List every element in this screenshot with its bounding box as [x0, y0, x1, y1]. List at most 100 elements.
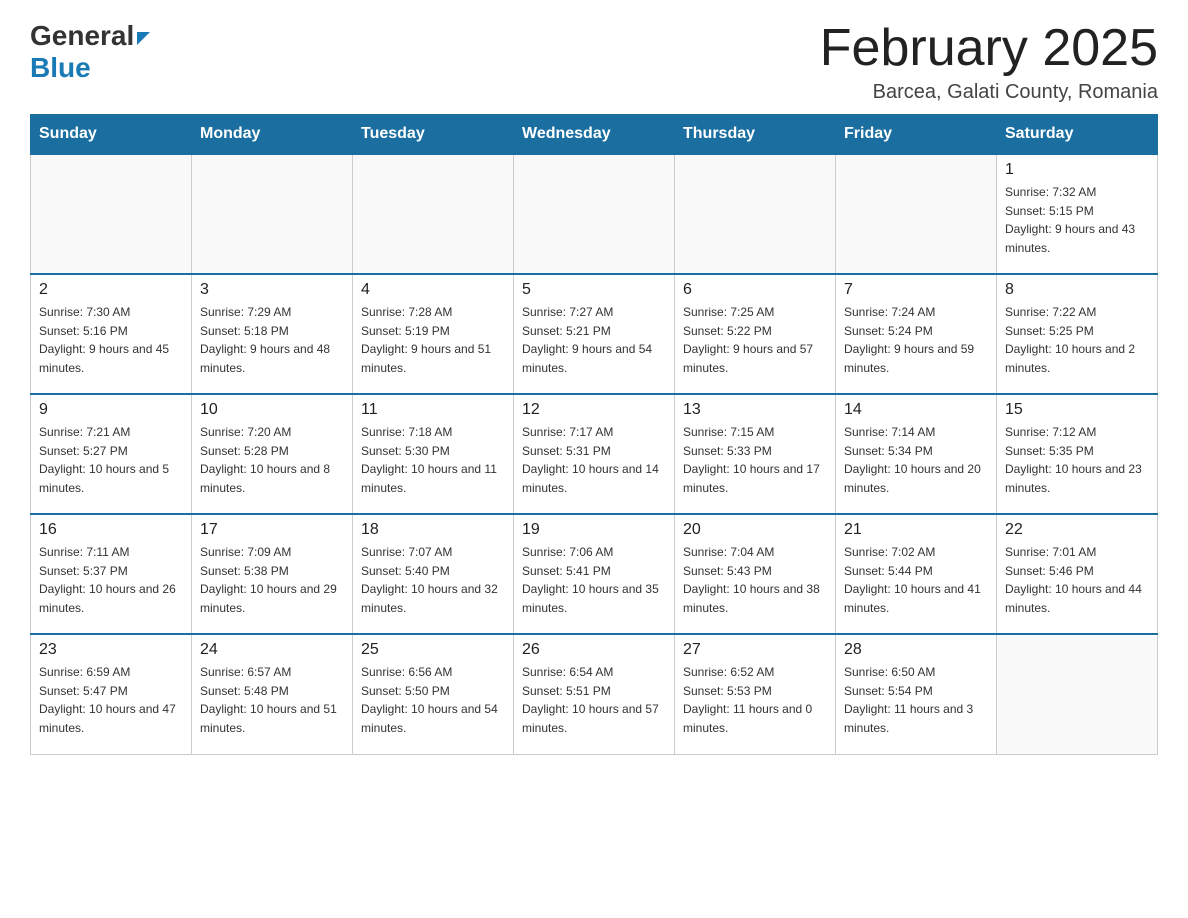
day-number: 15: [1005, 401, 1149, 419]
calendar-cell: 24 Sunrise: 6:57 AMSunset: 5:48 PMDayligh…: [192, 634, 353, 754]
day-number: 7: [844, 281, 988, 299]
calendar-header: Sunday Monday Tuesday Wednesday Thursday…: [31, 115, 1158, 155]
calendar-cell: 4 Sunrise: 7:28 AMSunset: 5:19 PMDaylight…: [353, 274, 514, 394]
calendar-week-5: 23 Sunrise: 6:59 AMSunset: 5:47 PMDayligh…: [31, 634, 1158, 754]
calendar-cell: 7Sunrise: 7:24 AMSunset: 5:24 PMDaylight…: [836, 274, 997, 394]
calendar-week-4: 16 Sunrise: 7:11 AMSunset: 5:37 PMDayligh…: [31, 514, 1158, 634]
calendar-cell: 27Sunrise: 6:52 AMSunset: 5:53 PMDayligh…: [675, 634, 836, 754]
day-info: Sunrise: 7:15 AMSunset: 5:33 PMDaylight:…: [683, 423, 827, 497]
calendar-week-3: 9Sunrise: 7:21 AMSunset: 5:27 PMDaylight…: [31, 394, 1158, 514]
day-info: Sunrise: 6:54 AMSunset: 5:51 PMDaylight:…: [522, 663, 666, 737]
calendar-subtitle: Barcea, Galati County, Romania: [820, 81, 1158, 104]
day-info: Sunrise: 7:14 AMSunset: 5:34 PMDaylight:…: [844, 423, 988, 497]
day-number: 4: [361, 281, 505, 299]
calendar-cell: [514, 154, 675, 274]
calendar-cell: 15 Sunrise: 7:12 AMSunset: 5:35 PMDayligh…: [997, 394, 1158, 514]
day-number: 27: [683, 641, 827, 659]
calendar-cell: [31, 154, 192, 274]
day-info: Sunrise: 7:30 AMSunset: 5:16 PMDaylight:…: [39, 303, 183, 377]
day-number: 22: [1005, 521, 1149, 539]
calendar-cell: 17Sunrise: 7:09 AMSunset: 5:38 PMDayligh…: [192, 514, 353, 634]
day-info: Sunrise: 6:50 AMSunset: 5:54 PMDaylight:…: [844, 663, 988, 737]
day-number: 3: [200, 281, 344, 299]
day-info: Sunrise: 6:56 AMSunset: 5:50 PMDaylight:…: [361, 663, 505, 737]
calendar-cell: 6 Sunrise: 7:25 AMSunset: 5:22 PMDaylight…: [675, 274, 836, 394]
logo-text-container: General Blue: [30, 20, 150, 84]
day-number: 25: [361, 641, 505, 659]
day-number: 11: [361, 401, 505, 419]
day-info: Sunrise: 7:06 AMSunset: 5:41 PMDaylight:…: [522, 543, 666, 617]
day-number: 16: [39, 521, 183, 539]
calendar-week-1: 1 Sunrise: 7:32 AMSunset: 5:15 PMDaylight…: [31, 154, 1158, 274]
calendar-cell: 21 Sunrise: 7:02 AMSunset: 5:44 PMDayligh…: [836, 514, 997, 634]
logo-general: General: [30, 20, 134, 52]
day-number: 20: [683, 521, 827, 539]
day-number: 23: [39, 641, 183, 659]
calendar-cell: [836, 154, 997, 274]
day-info: Sunrise: 7:17 AMSunset: 5:31 PMDaylight:…: [522, 423, 666, 497]
logo: General Blue: [30, 20, 150, 84]
calendar-table: Sunday Monday Tuesday Wednesday Thursday…: [30, 114, 1158, 755]
header-row: Sunday Monday Tuesday Wednesday Thursday…: [31, 115, 1158, 155]
day-info: Sunrise: 6:59 AMSunset: 5:47 PMDaylight:…: [39, 663, 183, 737]
col-tuesday: Tuesday: [353, 115, 514, 155]
day-number: 8: [1005, 281, 1149, 299]
calendar-cell: 8 Sunrise: 7:22 AMSunset: 5:25 PMDaylight…: [997, 274, 1158, 394]
calendar-cell: 23 Sunrise: 6:59 AMSunset: 5:47 PMDayligh…: [31, 634, 192, 754]
col-wednesday: Wednesday: [514, 115, 675, 155]
day-number: 24: [200, 641, 344, 659]
day-number: 19: [522, 521, 666, 539]
day-info: Sunrise: 7:32 AMSunset: 5:15 PMDaylight:…: [1005, 183, 1149, 257]
day-info: Sunrise: 6:57 AMSunset: 5:48 PMDaylight:…: [200, 663, 344, 737]
day-number: 14: [844, 401, 988, 419]
day-info: Sunrise: 7:04 AMSunset: 5:43 PMDaylight:…: [683, 543, 827, 617]
day-number: 5: [522, 281, 666, 299]
calendar-cell: 9Sunrise: 7:21 AMSunset: 5:27 PMDaylight…: [31, 394, 192, 514]
col-saturday: Saturday: [997, 115, 1158, 155]
day-info: Sunrise: 7:20 AMSunset: 5:28 PMDaylight:…: [200, 423, 344, 497]
col-thursday: Thursday: [675, 115, 836, 155]
calendar-body: 1 Sunrise: 7:32 AMSunset: 5:15 PMDaylight…: [31, 154, 1158, 754]
calendar-cell: 28 Sunrise: 6:50 AMSunset: 5:54 PMDayligh…: [836, 634, 997, 754]
col-sunday: Sunday: [31, 115, 192, 155]
day-number: 1: [1005, 161, 1149, 179]
day-info: Sunrise: 7:18 AMSunset: 5:30 PMDaylight:…: [361, 423, 505, 497]
day-number: 26: [522, 641, 666, 659]
calendar-cell: 5 Sunrise: 7:27 AMSunset: 5:21 PMDaylight…: [514, 274, 675, 394]
calendar-cell: 12Sunrise: 7:17 AMSunset: 5:31 PMDayligh…: [514, 394, 675, 514]
day-info: Sunrise: 7:02 AMSunset: 5:44 PMDaylight:…: [844, 543, 988, 617]
calendar-title: February 2025: [820, 20, 1158, 77]
day-info: Sunrise: 7:25 AMSunset: 5:22 PMDaylight:…: [683, 303, 827, 377]
calendar-cell: 20 Sunrise: 7:04 AMSunset: 5:43 PMDayligh…: [675, 514, 836, 634]
day-number: 28: [844, 641, 988, 659]
day-number: 13: [683, 401, 827, 419]
day-info: Sunrise: 7:28 AMSunset: 5:19 PMDaylight:…: [361, 303, 505, 377]
day-info: Sunrise: 7:22 AMSunset: 5:25 PMDaylight:…: [1005, 303, 1149, 377]
calendar-cell: 1 Sunrise: 7:32 AMSunset: 5:15 PMDaylight…: [997, 154, 1158, 274]
calendar-cell: [997, 634, 1158, 754]
day-number: 10: [200, 401, 344, 419]
calendar-cell: 25 Sunrise: 6:56 AMSunset: 5:50 PMDayligh…: [353, 634, 514, 754]
day-info: Sunrise: 7:01 AMSunset: 5:46 PMDaylight:…: [1005, 543, 1149, 617]
title-area: February 2025 Barcea, Galati County, Rom…: [820, 20, 1158, 104]
day-info: Sunrise: 7:12 AMSunset: 5:35 PMDaylight:…: [1005, 423, 1149, 497]
calendar-cell: 2 Sunrise: 7:30 AMSunset: 5:16 PMDaylight…: [31, 274, 192, 394]
day-number: 9: [39, 401, 183, 419]
logo-blue: Blue: [30, 52, 150, 84]
day-info: Sunrise: 7:29 AMSunset: 5:18 PMDaylight:…: [200, 303, 344, 377]
day-info: Sunrise: 7:11 AMSunset: 5:37 PMDaylight:…: [39, 543, 183, 617]
calendar-cell: [675, 154, 836, 274]
day-number: 6: [683, 281, 827, 299]
calendar-cell: 19 Sunrise: 7:06 AMSunset: 5:41 PMDayligh…: [514, 514, 675, 634]
day-number: 21: [844, 521, 988, 539]
day-number: 18: [361, 521, 505, 539]
calendar-cell: 14 Sunrise: 7:14 AMSunset: 5:34 PMDayligh…: [836, 394, 997, 514]
calendar-cell: 13 Sunrise: 7:15 AMSunset: 5:33 PMDayligh…: [675, 394, 836, 514]
calendar-cell: 22 Sunrise: 7:01 AMSunset: 5:46 PMDayligh…: [997, 514, 1158, 634]
calendar-cell: [353, 154, 514, 274]
day-info: Sunrise: 7:07 AMSunset: 5:40 PMDaylight:…: [361, 543, 505, 617]
col-monday: Monday: [192, 115, 353, 155]
day-info: Sunrise: 7:27 AMSunset: 5:21 PMDaylight:…: [522, 303, 666, 377]
day-number: 2: [39, 281, 183, 299]
calendar-week-2: 2 Sunrise: 7:30 AMSunset: 5:16 PMDaylight…: [31, 274, 1158, 394]
